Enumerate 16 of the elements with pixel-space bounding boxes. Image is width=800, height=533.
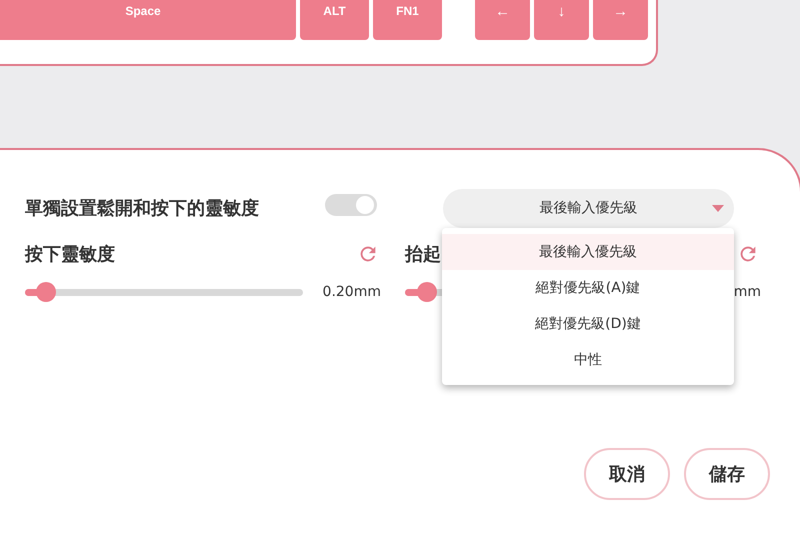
slider-thumb[interactable] <box>417 282 438 302</box>
menu-option[interactable]: 中性 <box>442 342 734 378</box>
priority-dropdown[interactable]: 最後輸入優先級 <box>443 188 734 228</box>
slider-thumb[interactable] <box>36 282 56 302</box>
action-button[interactable]: 取消 <box>584 448 670 500</box>
slider-label: 按下靈敏度 <box>25 243 115 266</box>
menu-option[interactable]: 絕對優先級(D)鍵 <box>442 306 734 342</box>
slider-label: 抬起 <box>405 243 441 266</box>
slider-value: mm <box>732 284 761 300</box>
menu-option[interactable]: 絕對優先級(A)鍵 <box>442 270 734 306</box>
action-button[interactable]: 儲存 <box>684 448 770 500</box>
slider-value: 0.20mm <box>322 284 381 300</box>
caret-icon <box>712 204 724 212</box>
toggle-switch[interactable] <box>325 194 377 216</box>
menu-option[interactable]: 最後輸入優先級 <box>442 234 734 270</box>
setting-label: 單獨設置鬆開和按下的靈敏度 <box>25 197 260 220</box>
